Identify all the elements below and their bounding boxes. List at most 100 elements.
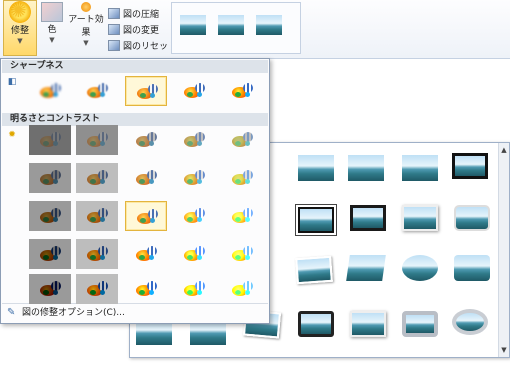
brightness-contrast-preset[interactable]: [125, 163, 167, 193]
brightness-contrast-preset[interactable]: [125, 274, 167, 304]
preview-image: [232, 208, 254, 224]
preview-image: [137, 84, 159, 100]
preview-image: [136, 170, 158, 186]
corrections-button[interactable]: 修整 ▼: [3, 0, 37, 56]
brightness-contrast-preset[interactable]: [76, 239, 118, 269]
picture-style-option[interactable]: [295, 255, 333, 285]
picture-style-thumb[interactable]: [256, 15, 282, 35]
brightness-contrast-preset[interactable]: [173, 125, 215, 155]
brightness-contrast-preset[interactable]: [125, 125, 167, 155]
preview-image: [40, 281, 62, 297]
compress-picture-button[interactable]: 図の圧縮: [108, 6, 159, 20]
sun-icon: [9, 0, 31, 23]
brightness-contrast-preset[interactable]: [173, 274, 215, 304]
artistic-effects-button[interactable]: アート効果 ▼: [66, 2, 106, 47]
preview-image: [232, 170, 254, 186]
brightness-contrast-preset[interactable]: [76, 201, 118, 231]
brightness-contrast-preset[interactable]: [29, 239, 71, 269]
picture-style-option[interactable]: [298, 155, 334, 181]
artistic-effects-label: アート効果: [68, 15, 104, 38]
brightness-contrast-preset[interactable]: [221, 274, 263, 304]
picture-style-option[interactable]: [454, 255, 490, 281]
gallery-scrollbar[interactable]: ▲ ▼: [498, 143, 509, 357]
corrections-label: 修整: [10, 26, 29, 36]
reset-picture-icon: [108, 39, 120, 51]
preview-image: [184, 246, 206, 262]
picture-style-option[interactable]: [402, 155, 438, 181]
color-button[interactable]: 色 ▼: [40, 2, 64, 44]
picture-style-option[interactable]: [452, 153, 488, 179]
chevron-down-icon: ▼: [17, 37, 23, 45]
picture-style-option[interactable]: [402, 205, 438, 231]
picture-style-option[interactable]: [348, 155, 384, 181]
sharpness-preset[interactable]: [76, 76, 118, 106]
preview-image: [137, 209, 159, 225]
preview-image: [87, 170, 109, 186]
preview-image: [184, 281, 206, 297]
color-swatch-icon: [41, 2, 63, 22]
brightness-contrast-preset[interactable]: [29, 125, 71, 155]
brightness-contrast-preset[interactable]: [221, 125, 263, 155]
picture-style-option[interactable]: [298, 207, 334, 233]
preview-image: [40, 246, 62, 262]
brightness-icon: ✹: [8, 130, 16, 140]
sharpness-preset[interactable]: [173, 76, 215, 106]
brightness-contrast-preset[interactable]: [76, 125, 118, 155]
preview-image: [184, 132, 206, 148]
picture-style-option[interactable]: [346, 255, 386, 281]
preview-image: [232, 281, 254, 297]
preview-image: [232, 246, 254, 262]
brightness-contrast-preset[interactable]: [29, 274, 71, 304]
sharpness-preset[interactable]: [221, 76, 263, 106]
preview-image: [232, 83, 254, 99]
brightness-contrast-preset[interactable]: [76, 163, 118, 193]
brightness-contrast-preset[interactable]: [173, 201, 215, 231]
brightness-contrast-preset[interactable]: [76, 274, 118, 304]
sharpness-preset[interactable]: [125, 76, 167, 106]
change-picture-icon: [108, 23, 120, 35]
brightness-contrast-preset[interactable]: [29, 201, 71, 231]
artistic-effects-icon: [81, 2, 91, 12]
sharpen-icon: ◧: [7, 77, 17, 87]
brightness-contrast-preset[interactable]: [125, 239, 167, 269]
brightness-contrast-preset[interactable]: [173, 163, 215, 193]
preview-image: [232, 132, 254, 148]
brightness-contrast-preset[interactable]: [221, 163, 263, 193]
compress-picture-label: 図の圧縮: [123, 9, 160, 20]
picture-style-option[interactable]: [452, 309, 488, 335]
picture-style-option[interactable]: [402, 255, 438, 281]
preview-image: [87, 246, 109, 262]
reset-picture-button[interactable]: 図のリセット: [108, 38, 177, 52]
brightness-contrast-preset[interactable]: [173, 239, 215, 269]
preview-image: [40, 170, 62, 186]
preview-image: [87, 83, 109, 99]
picture-corrections-options-label: 図の修整オプション(C)...: [22, 308, 125, 318]
compress-picture-icon: [108, 7, 120, 19]
preview-image: [136, 281, 158, 297]
picture-style-option[interactable]: [454, 205, 490, 231]
reset-picture-label: 図のリセット: [123, 41, 178, 52]
scroll-up-icon[interactable]: ▲: [499, 144, 509, 156]
corrections-dropdown: シャープネス ◧ 明るさとコントラスト ✹ ✎ 図の修整オプション(C)...: [0, 58, 270, 324]
picture-style-thumb[interactable]: [180, 15, 206, 35]
brightness-contrast-preset[interactable]: [29, 163, 71, 193]
preview-image: [136, 132, 158, 148]
picture-style-option[interactable]: [402, 311, 438, 337]
picture-style-option[interactable]: [350, 205, 386, 231]
chevron-down-icon: ▼: [83, 39, 89, 47]
picture-style-thumb[interactable]: [218, 15, 244, 35]
preview-image: [40, 132, 62, 148]
picture-corrections-options-link[interactable]: ✎ 図の修整オプション(C)...: [2, 303, 268, 321]
sharpness-preset[interactable]: [29, 76, 71, 106]
preview-image: [184, 170, 206, 186]
preview-image: [40, 208, 62, 224]
preview-image: [184, 83, 206, 99]
change-picture-button[interactable]: 図の変更: [108, 22, 159, 36]
picture-style-option[interactable]: [350, 311, 386, 337]
brightness-contrast-preset[interactable]: [125, 201, 167, 231]
change-picture-label: 図の変更: [123, 25, 160, 36]
scroll-down-icon[interactable]: ▼: [499, 344, 509, 356]
picture-style-option[interactable]: [298, 311, 334, 337]
brightness-contrast-preset[interactable]: [221, 239, 263, 269]
brightness-contrast-preset[interactable]: [221, 201, 263, 231]
